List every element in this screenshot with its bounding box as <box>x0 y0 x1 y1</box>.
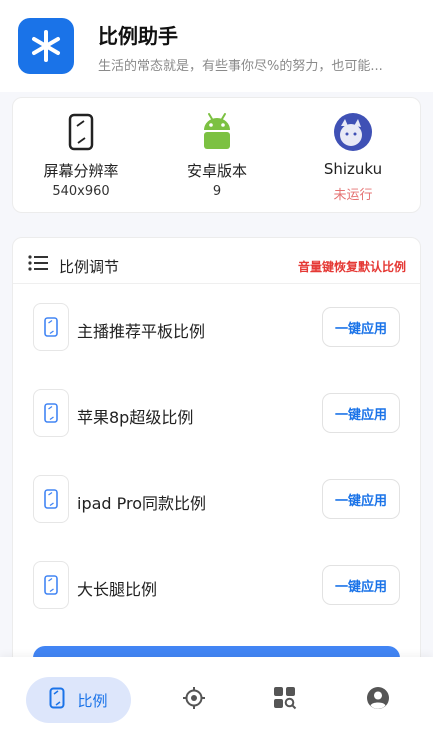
reset-hint: 音量键恢复默认比例 <box>297 260 406 274</box>
apply-button[interactable]: 一键应用 <box>322 479 400 519</box>
bottom-navigation: 比例 <box>0 657 433 741</box>
tablet-icon <box>33 389 69 437</box>
locate-icon <box>182 686 206 714</box>
list-icon <box>28 255 48 275</box>
tablet-icon <box>33 303 69 351</box>
list-item: ipad Pro同款比例 一键应用 <box>13 457 420 543</box>
shizuku-icon <box>333 112 373 152</box>
apply-button[interactable]: 一键应用 <box>322 393 400 433</box>
apply-button[interactable]: 一键应用 <box>322 307 400 347</box>
info-label: 安卓版本 <box>186 162 247 180</box>
account-icon <box>366 686 390 714</box>
info-item-resolution: 屏幕分辨率 540x960 <box>13 98 149 214</box>
nav-item-locate[interactable] <box>176 677 212 723</box>
ratio-adjust-card: 比例调节 音量键恢复默认比例 主播推荐平板比例 一键应用 苹果8p超级比例 一键… <box>12 237 421 677</box>
status-badge: 未运行 <box>333 188 373 203</box>
nav-item-account[interactable] <box>360 677 396 723</box>
ratio-icon <box>49 687 65 713</box>
list-item: 大长腿比例 一键应用 <box>13 543 420 629</box>
nav-item-apps[interactable] <box>267 677 303 723</box>
info-item-shizuku[interactable]: Shizuku 未运行 <box>285 98 421 214</box>
ratio-label: 主播推荐平板比例 <box>77 322 206 341</box>
tablet-icon <box>33 475 69 523</box>
android-icon <box>197 112 237 152</box>
device-info-card: 屏幕分辨率 540x960 安卓版本 9 Shizuku 未运行 <box>12 97 421 213</box>
info-label: Shizuku <box>323 160 383 178</box>
apps-search-icon <box>273 686 297 714</box>
app-subtitle: 生活的常态就是，有些事你尽%的努力，也可能... <box>98 59 383 74</box>
nav-item-ratio[interactable]: 比例 <box>26 677 131 723</box>
apply-button[interactable]: 一键应用 <box>322 565 400 605</box>
info-label: 屏幕分辨率 <box>43 162 119 180</box>
app-title: 比例助手 <box>98 24 178 48</box>
nav-item-label: 比例 <box>77 691 108 710</box>
ratio-label: 大长腿比例 <box>77 580 158 599</box>
app-logo-icon <box>18 18 74 74</box>
app-header: 比例助手 生活的常态就是，有些事你尽%的努力，也可能... <box>0 0 433 92</box>
list-item: 苹果8p超级比例 一键应用 <box>13 371 420 457</box>
phone-icon <box>61 112 101 152</box>
info-value: 540x960 <box>52 184 110 199</box>
list-item: 主播推荐平板比例 一键应用 <box>13 285 420 371</box>
ratio-label: ipad Pro同款比例 <box>77 494 207 513</box>
card-header: 比例调节 音量键恢复默认比例 <box>13 238 420 284</box>
card-title: 比例调节 <box>59 258 120 276</box>
info-value: 9 <box>212 184 222 199</box>
info-item-android: 安卓版本 9 <box>149 98 285 214</box>
ratio-label: 苹果8p超级比例 <box>77 408 194 427</box>
tablet-icon <box>33 561 69 609</box>
